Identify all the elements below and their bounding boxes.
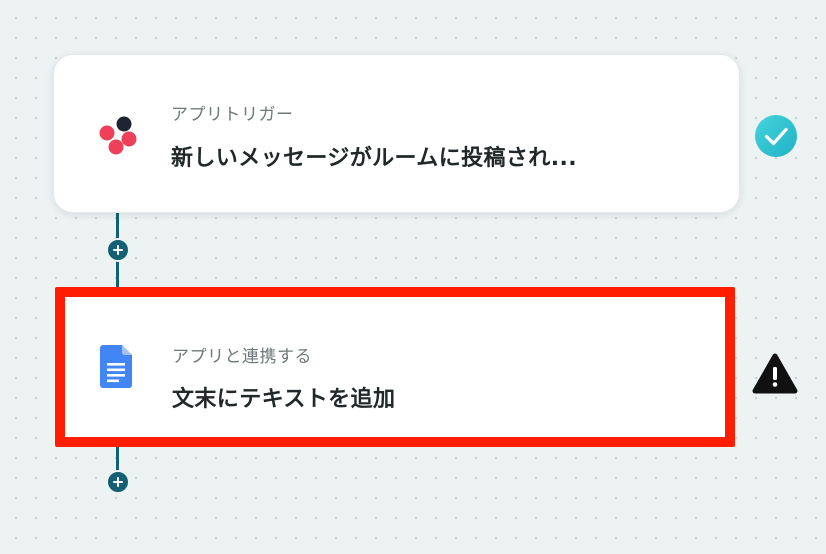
step-type-label: アプリトリガー	[171, 105, 294, 125]
add-step-button[interactable]	[106, 238, 130, 262]
google-docs-icon	[100, 345, 132, 388]
plus-icon	[113, 245, 123, 255]
step-title: 新しいメッセージがルームに投稿され...	[171, 146, 577, 171]
add-step-button[interactable]	[106, 470, 130, 494]
trigger-step-card[interactable]: アプリトリガー 新しいメッセージがルームに投稿され...	[53, 54, 740, 213]
warning-triangle-icon	[752, 353, 798, 395]
check-circle-icon	[754, 114, 798, 158]
action-step-card[interactable]: アプリと連携する 文末にテキストを追加	[55, 287, 735, 447]
chatwork-icon	[96, 115, 140, 155]
plus-icon	[113, 477, 123, 487]
step-title: 文末にテキストを追加	[172, 387, 396, 412]
step-type-label: アプリと連携する	[172, 347, 312, 367]
